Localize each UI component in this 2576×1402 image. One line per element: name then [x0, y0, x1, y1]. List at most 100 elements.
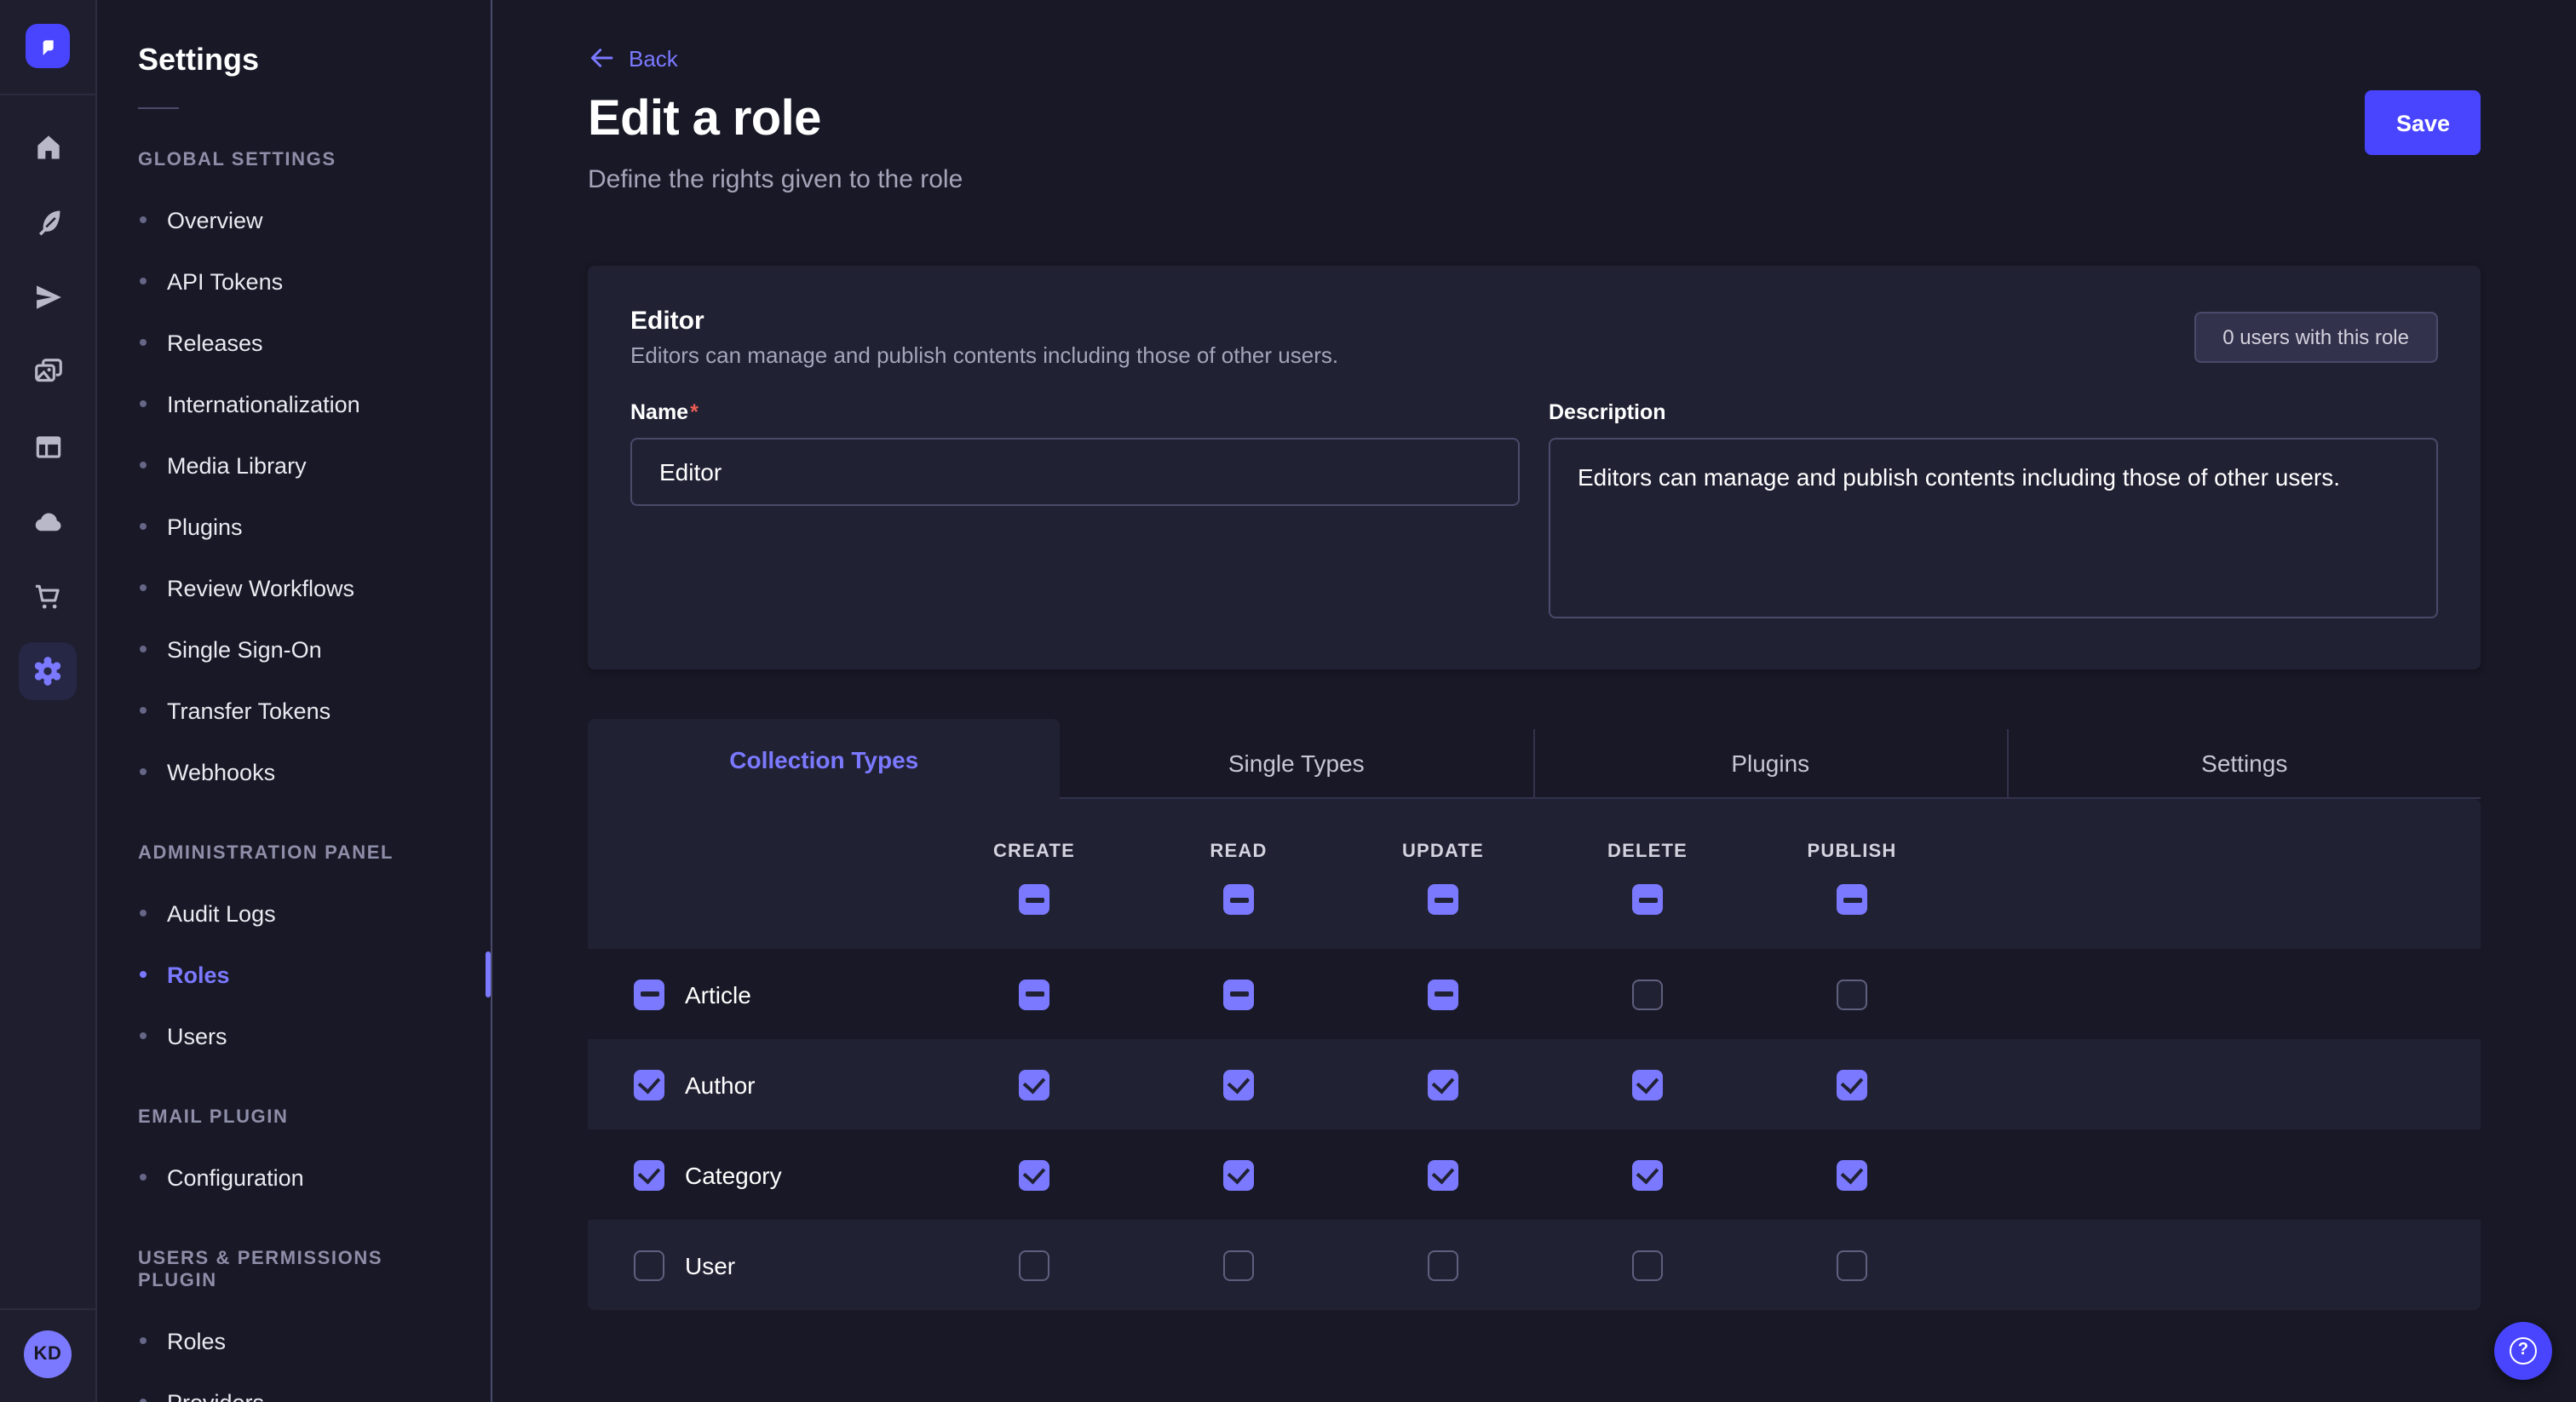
role-name-input[interactable]: [630, 438, 1520, 506]
user-row-checkbox[interactable]: [634, 1250, 664, 1280]
sidebar-item-audit-logs[interactable]: Audit Logs: [97, 882, 491, 944]
category-row-checkbox[interactable]: [634, 1159, 664, 1190]
author-create-checkbox[interactable]: [1019, 1069, 1049, 1100]
description-field-label: Description: [1549, 400, 1666, 424]
column-create: CREATE: [932, 799, 1136, 949]
article-read-checkbox[interactable]: [1223, 979, 1254, 1009]
sidebar-item-providers[interactable]: Providers: [97, 1371, 491, 1402]
author-read-checkbox[interactable]: [1223, 1069, 1254, 1100]
article-update-checkbox[interactable]: [1428, 979, 1458, 1009]
users-with-role-badge[interactable]: 0 users with this role: [2194, 312, 2438, 363]
sidebar-title-rule: [138, 107, 179, 109]
row-label: User: [685, 1251, 735, 1278]
cloud-icon[interactable]: [19, 492, 77, 550]
sidebar-item-api-tokens[interactable]: API Tokens: [97, 250, 491, 312]
select-all-update-checkbox[interactable]: [1428, 884, 1458, 915]
tab-single-types[interactable]: Single Types: [1061, 729, 1533, 799]
save-button[interactable]: Save: [2366, 90, 2481, 155]
media-library-icon[interactable]: [19, 342, 77, 400]
role-description-textarea[interactable]: Editors can manage and publish contents …: [1549, 438, 2438, 618]
section-header-administration-panel: ADMINISTRATION PANEL: [138, 843, 450, 865]
name-field-group: Name*: [630, 397, 1520, 627]
sidebar-item-roles-admin[interactable]: Roles: [97, 944, 491, 1005]
category-create-checkbox[interactable]: [1019, 1159, 1049, 1190]
section-header-global-settings: GLOBAL SETTINGS: [138, 150, 450, 172]
column-delete: DELETE: [1545, 799, 1750, 949]
select-all-read-checkbox[interactable]: [1223, 884, 1254, 915]
select-all-create-checkbox[interactable]: [1019, 884, 1049, 915]
sidebar-item-roles-up[interactable]: Roles: [97, 1310, 491, 1371]
tab-settings[interactable]: Settings: [2007, 729, 2481, 799]
author-publish-checkbox[interactable]: [1837, 1069, 1867, 1100]
table-row-author: Author: [588, 1039, 2481, 1129]
user-delete-checkbox[interactable]: [1632, 1250, 1663, 1280]
author-delete-checkbox[interactable]: [1632, 1069, 1663, 1100]
role-details-card: Editor Editors can manage and publish co…: [588, 266, 2481, 669]
sidebar-item-single-sign-on[interactable]: Single Sign-On: [97, 618, 491, 680]
sidebar-item-overview[interactable]: Overview: [97, 189, 491, 250]
user-update-checkbox[interactable]: [1428, 1250, 1458, 1280]
column-label-publish: PUBLISH: [1808, 842, 1897, 864]
column-update: UPDATE: [1341, 799, 1545, 949]
author-row-checkbox[interactable]: [634, 1069, 664, 1100]
sidebar-item-transfer-tokens[interactable]: Transfer Tokens: [97, 680, 491, 741]
tab-plugins[interactable]: Plugins: [1532, 729, 2007, 799]
role-summary: Editors can manage and publish contents …: [630, 342, 1338, 370]
sidebar-item-internationalization[interactable]: Internationalization: [97, 373, 491, 434]
category-read-checkbox[interactable]: [1223, 1159, 1254, 1190]
sidebar-item-webhooks[interactable]: Webhooks: [97, 741, 491, 802]
send-icon[interactable]: [19, 267, 77, 325]
select-all-publish-checkbox[interactable]: [1837, 884, 1867, 915]
user-avatar[interactable]: KD: [24, 1330, 72, 1378]
sidebar-item-releases[interactable]: Releases: [97, 312, 491, 373]
strapi-logo[interactable]: [26, 24, 70, 68]
back-link-label: Back: [629, 45, 678, 71]
sidebar-item-configuration[interactable]: Configuration: [97, 1146, 491, 1208]
article-delete-checkbox[interactable]: [1632, 979, 1663, 1009]
bullet-icon: [140, 910, 147, 916]
settings-sidebar: Settings GLOBAL SETTINGS Overview API To…: [97, 0, 492, 1402]
bullet-icon: [140, 1032, 147, 1039]
category-publish-checkbox[interactable]: [1837, 1159, 1867, 1190]
sidebar-item-media-library[interactable]: Media Library: [97, 434, 491, 496]
bullet-icon: [140, 216, 147, 223]
article-row-checkbox[interactable]: [634, 979, 664, 1009]
back-link[interactable]: Back: [588, 44, 678, 72]
layout-panel-icon[interactable]: [19, 417, 77, 475]
main-content: Back Edit a role Save Define the rights …: [492, 0, 2576, 1402]
sidebar-item-label: Media Library: [167, 452, 307, 478]
category-delete-checkbox[interactable]: [1632, 1159, 1663, 1190]
bullet-icon: [140, 707, 147, 714]
content-feather-icon[interactable]: [19, 192, 77, 250]
select-all-delete-checkbox[interactable]: [1632, 884, 1663, 915]
tab-collection-types[interactable]: Collection Types: [588, 719, 1061, 799]
bullet-icon: [140, 462, 147, 468]
user-create-checkbox[interactable]: [1019, 1250, 1049, 1280]
role-name-heading: Editor: [630, 307, 1338, 337]
sidebar-item-plugins[interactable]: Plugins: [97, 496, 491, 557]
user-read-checkbox[interactable]: [1223, 1250, 1254, 1280]
sidebar-item-label: Users: [167, 1023, 227, 1049]
bullet-icon: [140, 1174, 147, 1181]
section-header-users-permissions-plugin: USERS & PERMISSIONS PLUGIN: [138, 1249, 450, 1293]
back-arrow-icon: [588, 44, 615, 72]
settings-gear-icon[interactable]: [19, 642, 77, 700]
user-publish-checkbox[interactable]: [1837, 1250, 1867, 1280]
article-publish-checkbox[interactable]: [1837, 979, 1867, 1009]
marketplace-cart-icon[interactable]: [19, 567, 77, 625]
row-label: Author: [685, 1071, 756, 1098]
required-asterisk: *: [690, 400, 699, 424]
help-button[interactable]: ?: [2494, 1322, 2552, 1380]
table-row-category: Category: [588, 1129, 2481, 1220]
sidebar-item-review-workflows[interactable]: Review Workflows: [97, 557, 491, 618]
sidebar-item-users[interactable]: Users: [97, 1005, 491, 1066]
row-label: Article: [685, 980, 751, 1008]
permissions-table-header: CREATE READ UPDATE DELETE PUBLISH: [588, 799, 2481, 949]
home-icon[interactable]: [19, 118, 77, 175]
sidebar-title: Settings: [138, 44, 450, 75]
sidebar-item-label: Roles: [167, 962, 230, 987]
permissions-tab-bar: Collection Types Single Types Plugins Se…: [588, 719, 2481, 799]
author-update-checkbox[interactable]: [1428, 1069, 1458, 1100]
category-update-checkbox[interactable]: [1428, 1159, 1458, 1190]
article-create-checkbox[interactable]: [1019, 979, 1049, 1009]
